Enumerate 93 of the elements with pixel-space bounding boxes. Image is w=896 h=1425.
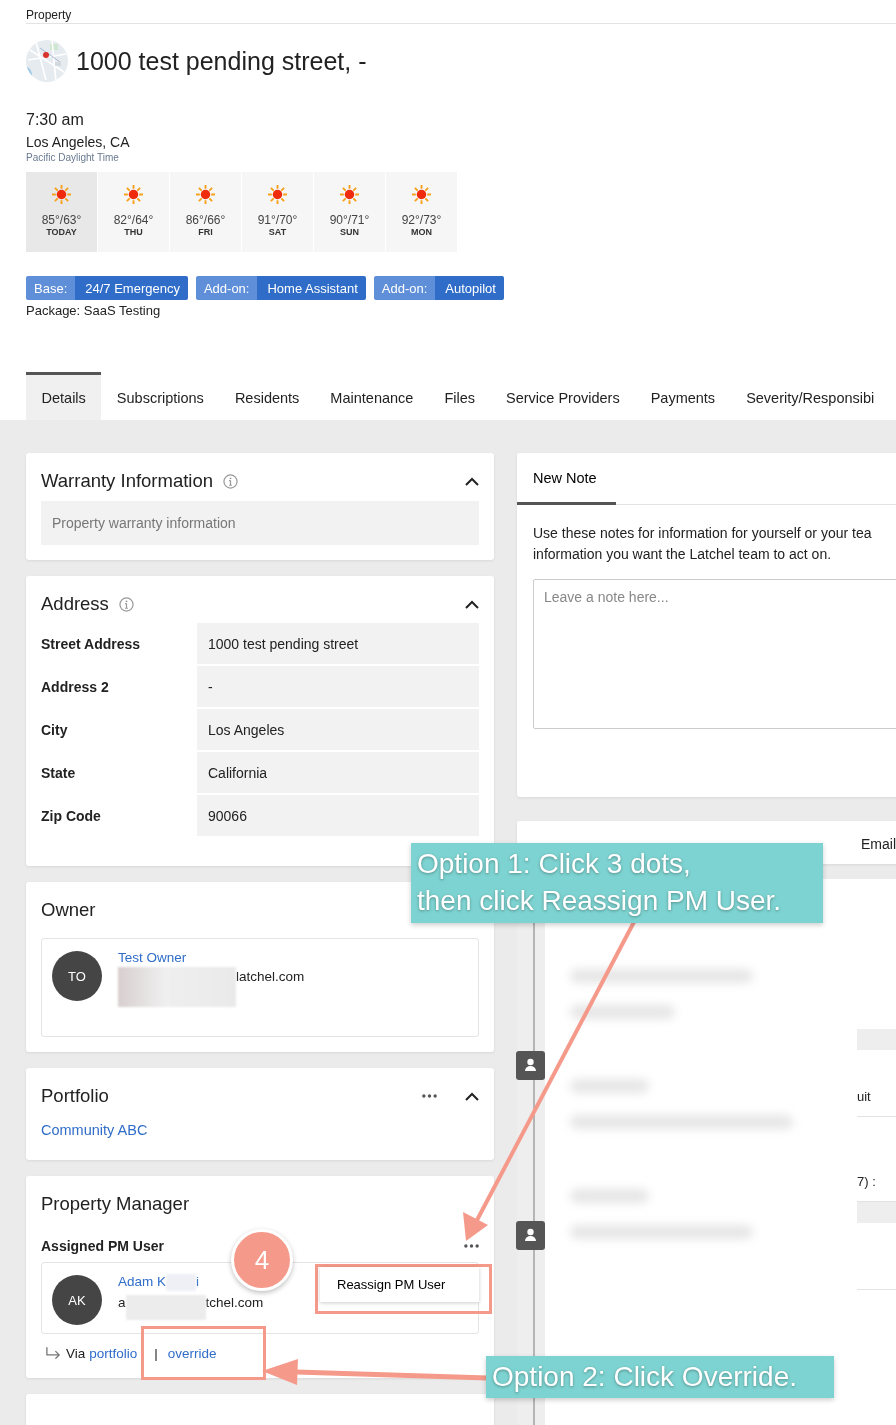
tab[interactable]: Files (428, 372, 491, 420)
more-icon[interactable] (464, 1244, 479, 1248)
forecast-day[interactable]: 91°/70° SAT (242, 172, 313, 252)
field-value: 1000 test pending street (197, 623, 479, 664)
sun-icon (340, 185, 359, 204)
section-label: Assigned PM User (41, 1238, 164, 1254)
plan-type-label: Base: (26, 276, 76, 300)
forecast-day[interactable]: 90°/71° SUN (314, 172, 385, 252)
owner-name-link[interactable]: Test Owner (118, 950, 305, 965)
field-value: - (197, 666, 479, 707)
portfolio-link[interactable]: Community ABC (41, 1122, 148, 1138)
sun-icon (268, 185, 287, 204)
tab[interactable]: Maintenance (314, 372, 429, 420)
plan-type-label: Add-on: (373, 276, 436, 300)
field-value: 90066 (197, 795, 479, 836)
avatar: TO (52, 951, 102, 1001)
plan-name-label: 24/7 Emergency (75, 276, 188, 300)
pm-name-link[interactable]: Adam K (118, 1274, 167, 1289)
card-title: Portfolio (41, 1085, 109, 1107)
city: Los Angeles, CA (26, 134, 130, 150)
forecast-day[interactable]: 82°/64° THU (98, 172, 169, 252)
temperature: 86°/66° (185, 213, 226, 227)
override-link[interactable]: override (167, 1345, 217, 1361)
callout: Option 1: Click 3 dots, then click Reassign PM User. (411, 843, 823, 923)
day-label: THU (124, 227, 143, 237)
note-instructions: Use these notes for information for yourself or your tea information you want the Latchel team to act on. (533, 524, 873, 564)
tab[interactable]: Details (26, 372, 102, 420)
tab[interactable]: Payments (635, 372, 731, 420)
property-title: 1000 test pending street, - (76, 46, 367, 76)
tab[interactable]: Service Providers (490, 372, 636, 420)
forecast-day[interactable]: 85°/63° TODAY (26, 172, 97, 252)
warranty-field[interactable]: Property warranty information (41, 501, 479, 545)
collapse-icon[interactable] (465, 1091, 479, 1101)
sun-icon (52, 185, 71, 204)
field-label: Address 2 (41, 677, 110, 697)
portfolio-link[interactable]: portfolio (89, 1345, 138, 1361)
tab[interactable]: Residents (219, 372, 315, 420)
tab[interactable]: Severity/Responsibi (730, 372, 890, 420)
day-label: FRI (198, 227, 213, 237)
collapse-icon[interactable] (465, 599, 479, 609)
info-icon[interactable] (223, 473, 239, 489)
tab[interactable]: Subscriptions (101, 372, 220, 420)
field-value: Los Angeles (197, 709, 479, 750)
field-label: Street Address (41, 634, 142, 654)
day-label: SUN (340, 227, 359, 237)
sun-icon (124, 185, 143, 204)
email-text: tchel.com (205, 1295, 264, 1310)
plan-name-label: Home Assistant (257, 276, 366, 300)
info-icon[interactable] (118, 596, 134, 612)
separator: | (154, 1345, 158, 1361)
temperature: 92°/73° (401, 213, 442, 227)
person-icon (516, 1221, 545, 1250)
card-title: Address (41, 593, 109, 615)
temperature: 91°/70° (257, 213, 298, 227)
field-label: Zip Code (41, 806, 102, 826)
more-icon[interactable] (422, 1094, 437, 1098)
avatar: AK (52, 1275, 102, 1325)
forecast-day[interactable]: 86°/66° FRI (170, 172, 241, 252)
field-label: State (41, 763, 77, 783)
forecast-day[interactable]: 92°/73° MON (386, 172, 457, 252)
email-text: latchel.com (236, 969, 305, 984)
pm-name-link[interactable]: i (196, 1274, 200, 1289)
email-text: a (118, 1295, 126, 1310)
plan-type-label: Add-on: (195, 276, 258, 300)
day-label: TODAY (46, 227, 77, 237)
activity-text: uit (857, 1089, 871, 1104)
day-label: MON (411, 227, 432, 237)
card-title: Owner (41, 899, 96, 921)
card-title: Property Manager (41, 1193, 190, 1215)
callout: Option 2: Click Override. (486, 1356, 834, 1398)
tab[interactable]: Email (861, 835, 896, 852)
activity-text: 7) : (857, 1174, 876, 1189)
tab[interactable]: New Note (517, 453, 616, 505)
person-icon (516, 1051, 545, 1080)
via-label: Via (66, 1345, 86, 1361)
field-label: City (41, 720, 69, 740)
field-value: California (197, 752, 479, 793)
package-label: Package: SaaS Testing (26, 303, 161, 318)
return-arrow-icon (45, 1347, 62, 1359)
note-field[interactable]: Leave a note here... (533, 579, 896, 729)
sun-icon (412, 185, 431, 204)
collapse-icon[interactable] (465, 476, 479, 486)
temperature: 82°/64° (113, 213, 154, 227)
temperature: 90°/71° (329, 213, 370, 227)
card-title: Warranty Information (41, 470, 214, 492)
day-label: SAT (268, 227, 287, 237)
local-time: 7:30 am (26, 111, 84, 129)
menu-item[interactable]: Reassign PM User (320, 1267, 479, 1302)
sun-icon (196, 185, 215, 204)
timezone: Pacific Daylight Time (26, 152, 119, 163)
temperature: 85°/63° (41, 213, 82, 227)
plan-name-label: Autopilot (435, 276, 504, 300)
breadcrumb: Property (26, 7, 72, 23)
